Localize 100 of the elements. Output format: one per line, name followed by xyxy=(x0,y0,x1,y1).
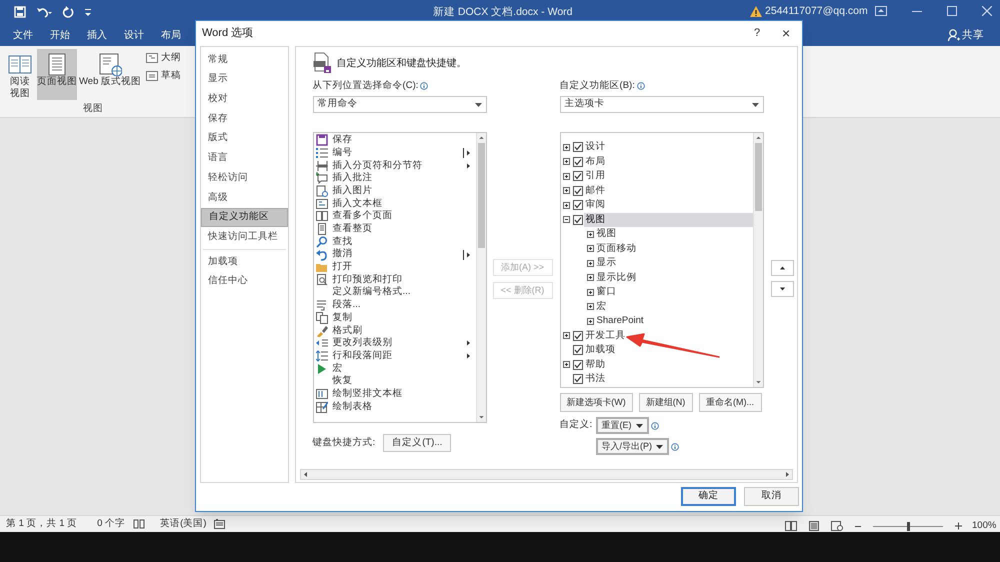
undo-icon[interactable] xyxy=(36,6,52,18)
expand-icon[interactable] xyxy=(586,318,594,325)
save-icon[interactable] xyxy=(14,6,26,18)
command-item[interactable]: 插入文本框 xyxy=(332,196,476,211)
vertical-scrollbar[interactable] xyxy=(476,133,486,422)
expand-icon[interactable] xyxy=(562,172,570,180)
checkbox[interactable] xyxy=(572,345,583,356)
tree-item[interactable]: 视图 xyxy=(594,227,753,242)
ok-button[interactable]: 确定 xyxy=(681,487,736,506)
ribbon-tab[interactable]: 文件 xyxy=(13,28,33,42)
macro-icon[interactable] xyxy=(214,519,226,529)
command-item[interactable]: 打印预览和打印 xyxy=(332,272,476,288)
help-button[interactable]: ? xyxy=(754,25,760,42)
command-item[interactable]: 插入图片 xyxy=(332,184,476,198)
sidebar-item[interactable]: 常规 xyxy=(201,50,288,70)
checkbox[interactable] xyxy=(572,374,583,384)
tree-item[interactable]: 视图 xyxy=(584,212,753,227)
tree-item[interactable]: 引用 xyxy=(584,169,753,184)
command-item[interactable]: 撤消 xyxy=(332,247,463,262)
close-icon[interactable] xyxy=(982,6,992,16)
sidebar-item[interactable]: 版式 xyxy=(201,128,288,148)
tree-item[interactable]: 布局 xyxy=(584,154,753,169)
page-count[interactable]: 第 1 页，共 1 页 xyxy=(6,516,78,532)
zoom-in-icon[interactable] xyxy=(955,521,962,532)
proofing-icon[interactable] xyxy=(133,519,146,529)
sidebar-item[interactable]: 显示 xyxy=(201,70,288,90)
ribbon-tab[interactable]: 设计 xyxy=(124,28,144,42)
view-button[interactable]: 阅读视图 xyxy=(5,49,35,100)
redo-icon[interactable] xyxy=(62,6,74,18)
import-export-button[interactable]: 导入/导出(P) xyxy=(596,438,670,455)
ribbon-tab[interactable]: 布局 xyxy=(161,28,181,42)
command-item[interactable]: 绘制表格 xyxy=(332,400,476,414)
close-button[interactable]: × xyxy=(782,23,790,44)
command-item[interactable]: 段落... xyxy=(332,298,476,312)
reset-button[interactable]: 重置(E) xyxy=(596,417,649,434)
tree-item[interactable]: 显示比例 xyxy=(594,270,753,285)
command-item[interactable]: 编号 xyxy=(332,146,463,160)
checkbox[interactable] xyxy=(572,171,583,182)
language-indicator[interactable]: 英语(美国) xyxy=(160,516,206,532)
tree-item[interactable]: 加载项 xyxy=(584,343,753,358)
sidebar-item[interactable]: 加载项 xyxy=(201,252,288,272)
command-item[interactable]: 复制 xyxy=(332,310,476,326)
tree-item[interactable]: 邮件 xyxy=(584,184,753,198)
tree-item[interactable]: 帮助 xyxy=(584,358,753,372)
scrollbar-thumb[interactable] xyxy=(478,143,485,248)
document-view-icon[interactable] xyxy=(146,53,158,64)
command-item[interactable]: 定义新编号格式... xyxy=(332,285,476,300)
sidebar-item[interactable]: 信任中心 xyxy=(201,272,288,292)
sidebar-item[interactable]: 保存 xyxy=(201,109,288,129)
checkbox[interactable] xyxy=(572,214,583,225)
expand-icon[interactable] xyxy=(586,288,594,296)
command-item[interactable]: 宏 xyxy=(332,362,476,376)
tabs-dropdown[interactable]: 主选项卡 xyxy=(560,96,764,113)
web-layout-icon[interactable] xyxy=(831,521,843,532)
checkbox[interactable] xyxy=(572,142,583,152)
ribbon-tab[interactable]: 开始 xyxy=(50,28,70,42)
expand-icon[interactable] xyxy=(586,245,594,252)
zoom-level[interactable]: 100% xyxy=(972,519,996,534)
sidebar-item[interactable]: 快速访问工具栏 xyxy=(201,227,288,247)
command-item[interactable]: 查找 xyxy=(332,234,476,249)
ribbon-tab[interactable]: 插入 xyxy=(87,28,107,42)
expand-icon[interactable] xyxy=(562,332,570,340)
tab-action-button[interactable]: 重命名(M)... xyxy=(698,393,762,412)
zoom-slider-thumb[interactable] xyxy=(906,522,910,531)
commands-dropdown[interactable]: 常用命令 xyxy=(312,96,487,113)
tree-item[interactable]: SharePoint xyxy=(594,314,753,328)
checkbox[interactable] xyxy=(572,200,583,210)
tree-item[interactable]: 书法 xyxy=(584,372,753,386)
expand-icon[interactable] xyxy=(562,158,570,166)
command-item[interactable]: 恢复 xyxy=(332,374,476,389)
tree-item[interactable]: 显示 xyxy=(594,256,753,270)
vertical-scrollbar[interactable] xyxy=(752,133,763,387)
print-layout-icon[interactable] xyxy=(809,521,819,532)
view-option[interactable]: 大纲 xyxy=(161,51,181,66)
scrollbar-thumb[interactable] xyxy=(754,143,762,211)
view-option[interactable]: 草稿 xyxy=(161,69,181,84)
expand-icon[interactable] xyxy=(586,303,594,310)
ribbon-display-icon[interactable] xyxy=(875,6,887,16)
expand-icon[interactable] xyxy=(586,274,594,282)
tree-item[interactable]: 窗口 xyxy=(594,285,753,300)
expand-icon[interactable] xyxy=(562,187,570,194)
tree-item[interactable]: 页面移动 xyxy=(594,242,753,256)
view-button[interactable]: Web 版式视图 xyxy=(79,49,141,100)
share-button[interactable]: 共享 xyxy=(962,28,984,44)
command-item[interactable]: 插入批注 xyxy=(332,171,476,186)
collapse-icon[interactable] xyxy=(562,216,570,224)
sidebar-item[interactable]: 高级 xyxy=(201,188,288,208)
cancel-button[interactable]: 取消 xyxy=(744,487,799,506)
view-button[interactable]: 页面视图 xyxy=(37,49,77,100)
tab-action-button[interactable]: 新建组(N) xyxy=(638,393,693,412)
command-item[interactable]: 保存 xyxy=(332,133,476,148)
command-item[interactable]: 插入分页符和分节符 xyxy=(332,158,463,173)
tree-item[interactable]: 宏 xyxy=(594,300,753,314)
document-view-icon[interactable] xyxy=(146,71,158,82)
checkbox[interactable] xyxy=(572,360,583,370)
command-item[interactable]: 更改列表级别 xyxy=(332,336,463,350)
horizontal-scrollbar[interactable] xyxy=(300,469,793,480)
command-item[interactable]: 格式刷 xyxy=(332,324,476,338)
maximize-icon[interactable] xyxy=(947,6,957,16)
tree-item[interactable]: 设计 xyxy=(584,140,753,154)
